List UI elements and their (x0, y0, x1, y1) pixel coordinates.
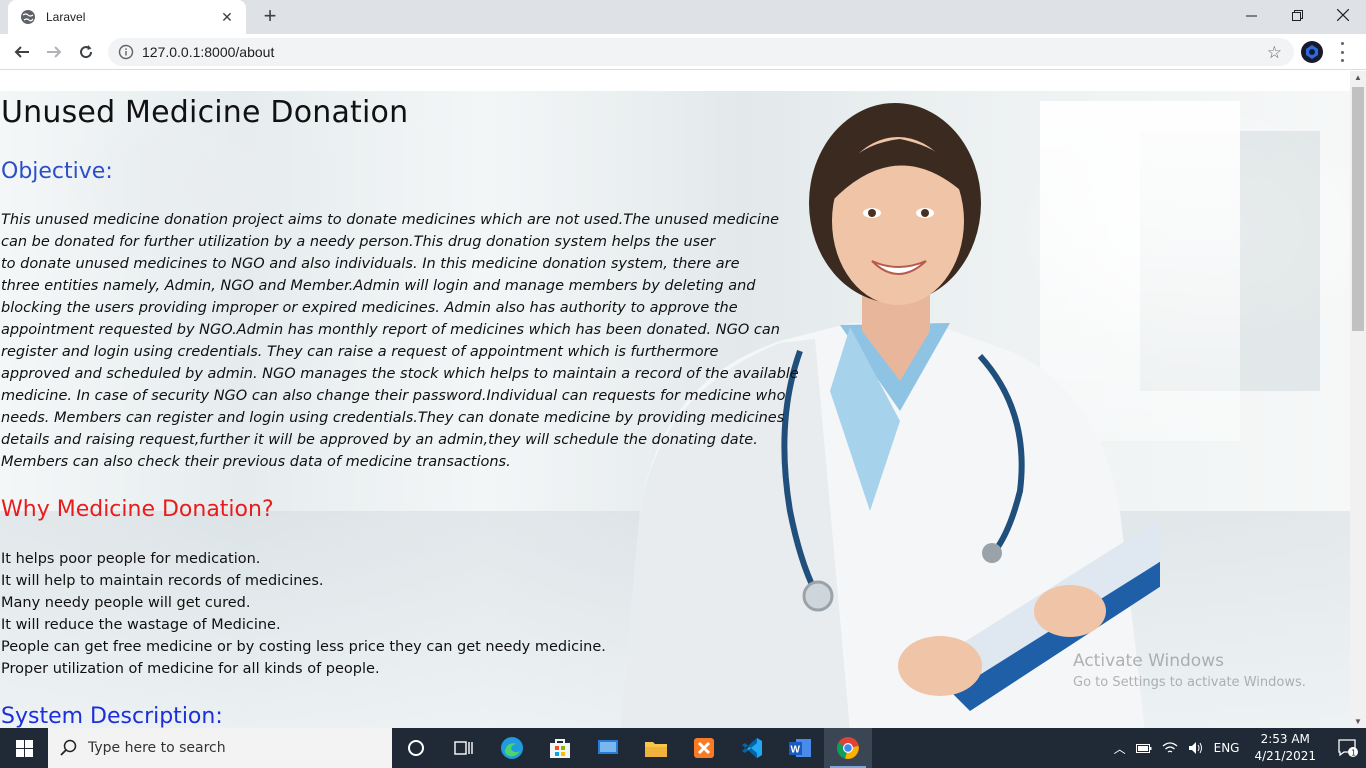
search-icon (60, 739, 77, 756)
list-item: It will reduce the wastage of Medicine. (1, 617, 281, 633)
taskbar-app-remote[interactable] (584, 728, 632, 768)
task-view-icon (454, 741, 473, 755)
browser-toolbar: 127.0.0.1:8000/about ☆ (0, 34, 1366, 70)
list-item: Many needy people will get cured. (1, 595, 251, 611)
taskbar-clock[interactable]: 2:53 AM 4/21/2021 (1254, 731, 1316, 765)
objective-line: appointment requested by NGO.Admin has m… (1, 322, 780, 338)
scrollbar-thumb[interactable] (1352, 87, 1364, 331)
close-window-button[interactable] (1320, 0, 1366, 30)
restore-icon (1291, 9, 1303, 21)
watermark-subtitle: Go to Settings to activate Windows. (1073, 675, 1306, 690)
objective-line: to donate unused medicines to NGO and al… (1, 256, 740, 272)
list-item: Proper utilization of medicine for all k… (1, 661, 380, 677)
list-item: It will help to maintain records of medi… (1, 573, 324, 589)
objective-line: details and raising request,further it w… (1, 432, 758, 448)
why-heading: Why Medicine Donation? (1, 497, 274, 522)
page-viewport: Unused Medicine Donation Objective: This… (0, 71, 1350, 728)
battery-icon[interactable] (1135, 742, 1152, 754)
arrow-left-icon (14, 46, 29, 58)
tab-title: Laravel (46, 10, 86, 24)
bookmark-star-icon[interactable]: ☆ (1267, 43, 1282, 63)
restore-button[interactable] (1274, 0, 1320, 30)
volume-icon[interactable] (1188, 741, 1204, 755)
arrow-right-icon (47, 46, 62, 58)
page-scrollbar[interactable]: ▲ ▼ (1350, 71, 1366, 728)
taskbar-search[interactable]: Type here to search (48, 728, 392, 768)
vscode-icon (742, 738, 762, 758)
browser-tab[interactable]: Laravel ✕ (8, 0, 246, 34)
chrome-icon (837, 737, 859, 759)
page-title: Unused Medicine Donation (1, 95, 409, 130)
watermark-title: Activate Windows (1073, 651, 1224, 671)
folder-icon (645, 742, 667, 757)
objective-line: register and login using credentials. Th… (1, 344, 719, 360)
taskbar-app-word[interactable]: W (776, 728, 824, 768)
taskbar-app-chrome[interactable] (824, 728, 872, 768)
minimize-button[interactable] (1228, 0, 1274, 30)
activate-windows-watermark: Activate Windows Go to Settings to activ… (1073, 651, 1306, 690)
objective-line: Members can also check their previous da… (1, 454, 511, 470)
objective-line: can be donated for further utilization b… (1, 234, 716, 250)
taskbar-app-edge[interactable] (488, 728, 536, 768)
address-bar[interactable]: 127.0.0.1:8000/about ☆ (108, 38, 1294, 66)
taskbar-app-explorer[interactable] (632, 728, 680, 768)
system-tray: ︿ ENG 2:53 AM 4/21/2021 1 (1109, 728, 1366, 768)
taskbar-app-store[interactable] (536, 728, 584, 768)
scroll-up-icon[interactable]: ▲ (1354, 73, 1362, 82)
clock-time: 2:53 AM (1260, 732, 1310, 746)
store-icon (550, 739, 570, 758)
browser-menu-button[interactable] (1337, 42, 1347, 62)
avatar-icon (1306, 45, 1318, 59)
clock-date: 4/21/2021 (1254, 749, 1316, 763)
list-item: It helps poor people for medication. (1, 551, 261, 567)
minimize-icon (1245, 15, 1257, 16)
scroll-down-icon[interactable]: ▼ (1354, 717, 1362, 726)
xampp-icon (694, 738, 714, 758)
new-tab-button[interactable]: + (258, 4, 282, 28)
edge-icon (501, 737, 523, 759)
reload-icon (80, 45, 93, 59)
taskbar-app-xampp[interactable] (680, 728, 728, 768)
objective-heading: Objective: (1, 159, 113, 184)
list-item: People can get free medicine or by costi… (1, 639, 606, 655)
objective-line: approved and scheduled by admin. NGO man… (1, 366, 799, 382)
svg-text:W: W (791, 745, 801, 756)
forward-button[interactable] (42, 40, 66, 64)
back-button[interactable] (10, 40, 34, 64)
language-indicator[interactable]: ENG (1214, 741, 1240, 755)
info-icon (118, 44, 134, 60)
search-placeholder: Type here to search (88, 740, 226, 756)
cortana-icon (408, 740, 424, 756)
tab-close-icon[interactable]: ✕ (218, 9, 236, 26)
notification-count: 1 (1351, 749, 1356, 758)
task-view-button[interactable] (440, 728, 488, 768)
taskbar-app-vscode[interactable] (728, 728, 776, 768)
wifi-icon[interactable] (1162, 741, 1178, 755)
chevron-up-icon[interactable]: ︿ (1114, 740, 1126, 757)
objective-line: This unused medicine donation project ai… (1, 212, 780, 228)
notification-center-button[interactable]: 1 (1330, 728, 1366, 768)
url-text: 127.0.0.1:8000/about (142, 44, 275, 60)
notification-icon: 1 (1338, 739, 1358, 757)
tab-strip: Laravel ✕ + (0, 0, 1366, 34)
cortana-button[interactable] (392, 728, 440, 768)
reload-button[interactable] (74, 40, 98, 64)
objective-line: medicine. In case of security NGO can al… (1, 388, 786, 404)
word-icon: W (789, 739, 811, 757)
profile-avatar[interactable] (1301, 41, 1323, 63)
objective-line: blocking the users providing improper or… (1, 300, 738, 316)
objective-line: needs. Members can register and login us… (1, 410, 785, 426)
why-list: It helps poor people for medication. It … (1, 548, 606, 680)
windows-taskbar: Type here to search W ︿ ENG 2:53 AM 4/21… (0, 728, 1366, 768)
windows-logo-icon (15, 739, 33, 757)
close-icon (1337, 9, 1349, 21)
objective-line: three entities namely, Admin, NGO and Me… (1, 278, 756, 294)
remote-desktop-icon (598, 740, 618, 754)
start-button[interactable] (0, 728, 48, 768)
globe-icon (21, 10, 35, 24)
objective-paragraph: This unused medicine donation project ai… (1, 209, 801, 473)
system-description-heading: System Description: (1, 704, 223, 728)
